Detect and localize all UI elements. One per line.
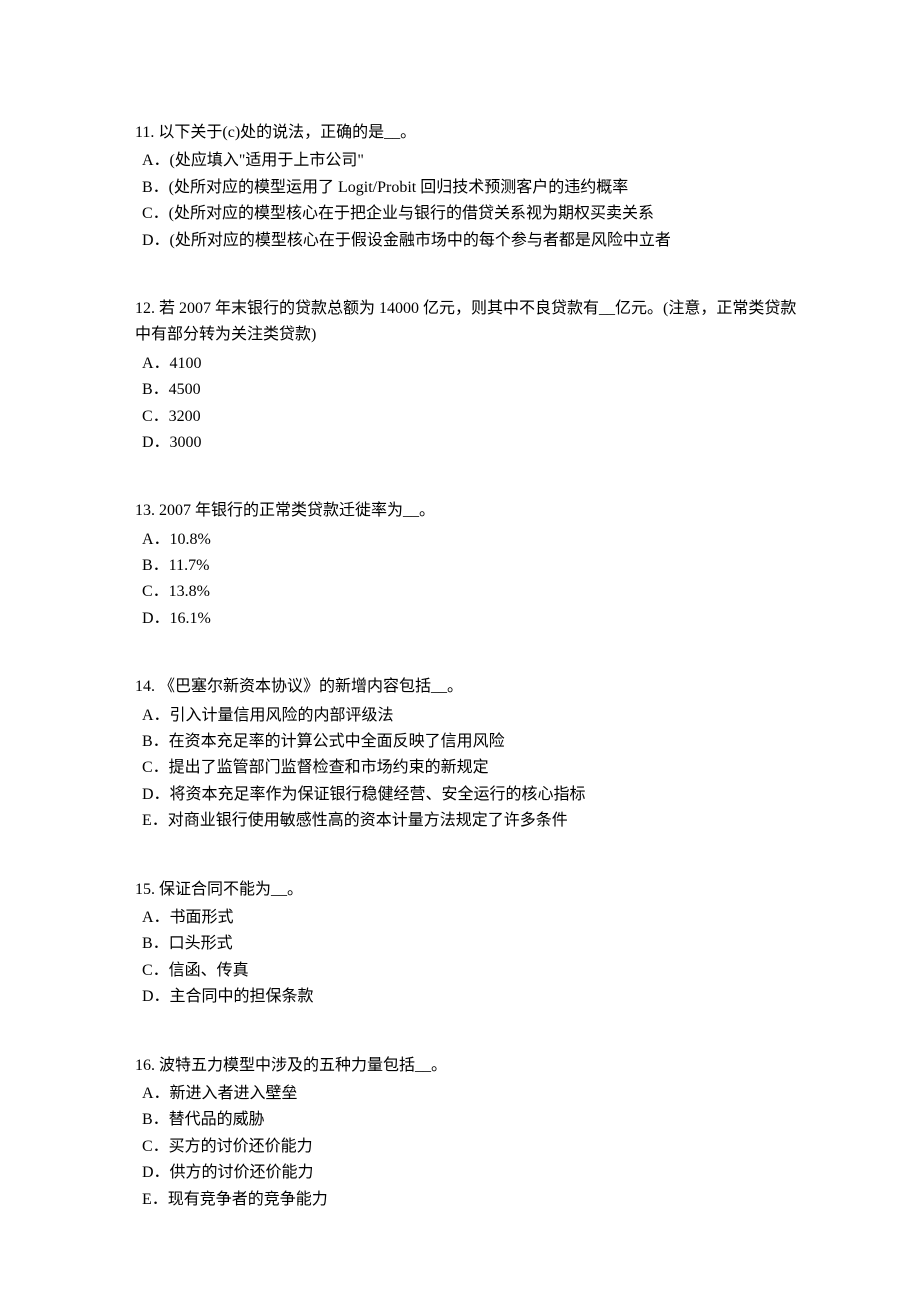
question-number: 15.: [135, 881, 155, 898]
question-text: 2007 年银行的正常类贷款迁徙率为__。: [159, 502, 435, 519]
option-b: B．在资本充足率的计算公式中全面反映了信用风险: [135, 729, 800, 755]
question-number: 12.: [135, 300, 155, 317]
question-stem: 14. 《巴塞尔新资本协议》的新增内容包括__。: [135, 674, 800, 700]
option-d: D．16.1%: [135, 606, 800, 632]
question-stem: 11. 以下关于(c)处的说法，正确的是__。: [135, 120, 800, 146]
option-c: C．(处所对应的模型核心在于把企业与银行的借贷关系视为期权买卖关系: [135, 201, 800, 227]
question-number: 14.: [135, 678, 155, 695]
option-d: D．供方的讨价还价能力: [135, 1160, 800, 1186]
option-c: C．3200: [135, 404, 800, 430]
option-d: D．(处所对应的模型核心在于假设金融市场中的每个参与者都是风险中立者: [135, 228, 800, 254]
option-a: A．10.8%: [135, 527, 800, 553]
question-12: 12. 若 2007 年末银行的贷款总额为 14000 亿元，则其中不良贷款有_…: [135, 296, 800, 456]
option-a: A．新进入者进入壁垒: [135, 1081, 800, 1107]
question-stem: 16. 波特五力模型中涉及的五种力量包括__。: [135, 1053, 800, 1079]
question-text: 若 2007 年末银行的贷款总额为 14000 亿元，则其中不良贷款有__亿元。…: [135, 300, 796, 343]
option-e: E．现有竞争者的竞争能力: [135, 1187, 800, 1213]
option-b: B．口头形式: [135, 931, 800, 957]
option-a: A．引入计量信用风险的内部评级法: [135, 703, 800, 729]
question-number: 16.: [135, 1057, 155, 1074]
question-16: 16. 波特五力模型中涉及的五种力量包括__。 A．新进入者进入壁垒 B．替代品…: [135, 1053, 800, 1213]
question-number: 13.: [135, 502, 155, 519]
option-c: C．信函、传真: [135, 958, 800, 984]
question-stem: 12. 若 2007 年末银行的贷款总额为 14000 亿元，则其中不良贷款有_…: [135, 296, 800, 349]
option-d: D．主合同中的担保条款: [135, 984, 800, 1010]
question-text: 保证合同不能为__。: [159, 881, 303, 898]
option-a: A．(处应填入"适用于上市公司": [135, 148, 800, 174]
question-text: 《巴塞尔新资本协议》的新增内容包括__。: [159, 678, 463, 695]
option-b: B．替代品的威胁: [135, 1107, 800, 1133]
question-stem: 15. 保证合同不能为__。: [135, 877, 800, 903]
option-d: D．将资本充足率作为保证银行稳健经营、安全运行的核心指标: [135, 782, 800, 808]
question-text: 以下关于(c)处的说法，正确的是__。: [158, 124, 416, 141]
option-e: E．对商业银行使用敏感性高的资本计量方法规定了许多条件: [135, 808, 800, 834]
option-b: B．4500: [135, 377, 800, 403]
option-c: C．买方的讨价还价能力: [135, 1134, 800, 1160]
question-14: 14. 《巴塞尔新资本协议》的新增内容包括__。 A．引入计量信用风险的内部评级…: [135, 674, 800, 834]
question-stem: 13. 2007 年银行的正常类贷款迁徙率为__。: [135, 498, 800, 524]
question-13: 13. 2007 年银行的正常类贷款迁徙率为__。 A．10.8% B．11.7…: [135, 498, 800, 632]
option-d: D．3000: [135, 430, 800, 456]
option-a: A．4100: [135, 351, 800, 377]
question-number: 11.: [135, 124, 154, 141]
question-11: 11. 以下关于(c)处的说法，正确的是__。 A．(处应填入"适用于上市公司"…: [135, 120, 800, 254]
question-text: 波特五力模型中涉及的五种力量包括__。: [159, 1057, 447, 1074]
option-c: C．提出了监管部门监督检查和市场约束的新规定: [135, 755, 800, 781]
option-b: B．(处所对应的模型运用了 Logit/Probit 回归技术预测客户的违约概率: [135, 175, 800, 201]
option-a: A．书面形式: [135, 905, 800, 931]
question-15: 15. 保证合同不能为__。 A．书面形式 B．口头形式 C．信函、传真 D．主…: [135, 877, 800, 1011]
option-c: C．13.8%: [135, 579, 800, 605]
option-b: B．11.7%: [135, 553, 800, 579]
